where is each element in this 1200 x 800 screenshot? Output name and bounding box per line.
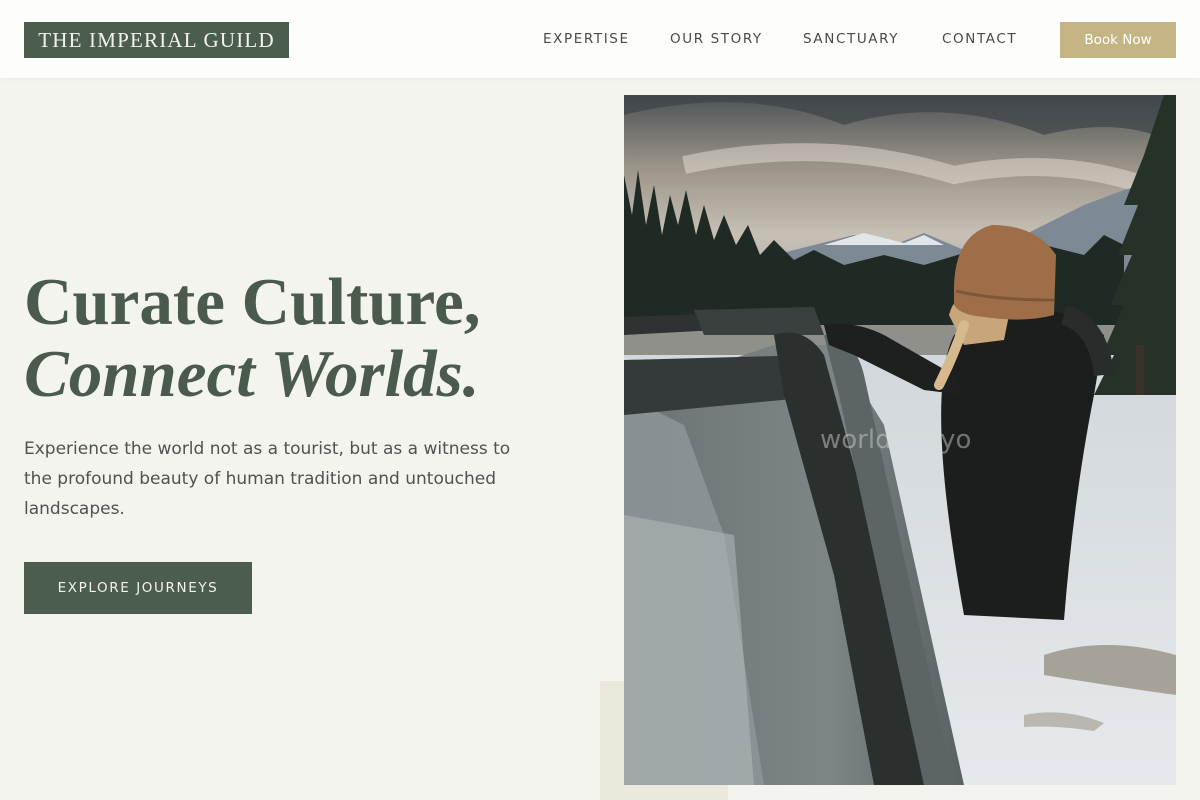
hero-description: Experience the world not as a tourist, b… bbox=[24, 439, 511, 519]
hero-headline: Curate Culture, Connect Worlds. bbox=[24, 266, 481, 410]
nav-sanctuary[interactable]: SANCTUARY bbox=[803, 31, 899, 47]
logo[interactable]: THE IMPERIAL GUILD bbox=[24, 22, 289, 58]
book-now-button[interactable]: Book Now bbox=[1060, 22, 1176, 58]
nav-expertise[interactable]: EXPERTISE bbox=[543, 31, 630, 47]
headline-line-2: Connect Worlds. bbox=[24, 337, 480, 411]
site-header: THE IMPERIAL GUILD EXPERTISE OUR STORY S… bbox=[0, 0, 1200, 78]
headline-line-1: Curate Culture, bbox=[24, 265, 481, 339]
explore-journeys-button[interactable]: EXPLORE JOURNEYS bbox=[24, 562, 252, 614]
image-watermark: world.tokyo bbox=[820, 425, 972, 455]
nav-contact[interactable]: CONTACT bbox=[942, 31, 1017, 47]
hero-image: world.tokyo bbox=[624, 95, 1176, 785]
nav-our-story[interactable]: OUR STORY bbox=[670, 31, 763, 47]
